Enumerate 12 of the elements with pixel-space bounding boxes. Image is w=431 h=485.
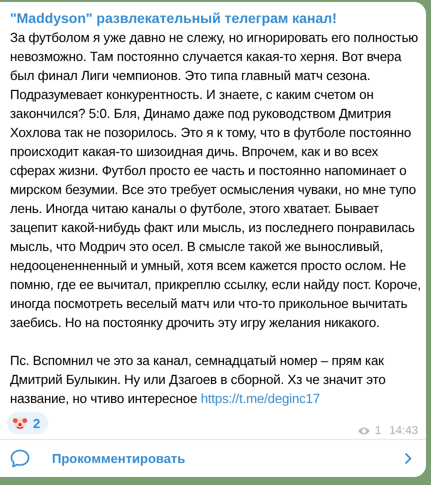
reaction-button[interactable]: 2 [7,412,48,434]
message-text: За футболом я уже давно не слежу, но игнорировать его полностью невозможно. Там постоянно случается какая-то херня. Вот вчера был финал Лиги чемпионов. Это типа главный матч сезона. Подразумевает конкурентность. И знаете, с каким счетом он закончился? 5:0. Бля, Динамо даже под руководством Дмитрия Хохлова так не позорилось. Это я к тому, что в футболе постоянно происходит какая-то шизоидная дичь. Впрочем, как и во всех сферах жизни. Футбол просто ее часть и постоянно напоминает о мирском безумии. Все это требует осмысления чуваки, но мне тупо лень. Иногда читаю каналы о футболе, этого хватает. Бывает зацепит какой-нибудь факт или мысль, из последнего понравилась мысль, что Модрич это осел. В смысле такой же выносливый, недооцененненный и умный, хотя всем кажется просто ослом. Не помню, где ее вычитал, прикреплю ссылку, если найду пост. Короче, иногда посмотреть веселый матч или что-то прикольное вычитать заебись. Но на постоянку дрочить эту игру желания никакого. [9,29,422,332]
eye-icon [356,426,371,436]
comment-button[interactable]: Прокомментировать [0,439,426,477]
clown-icon [12,415,28,431]
comment-icon [10,449,30,468]
message-time: 14:43 [389,425,418,437]
channel-title[interactable]: "Maddyson" развлекательный телеграм канал! [0,8,347,28]
message-text: Пс. Вспомнил че это за канал, семнадцатый номер – прям как Дмитрий Булыкин. Ну или Дзагоев в сборной. Хз че значит это название, но чтиво интересное https://t.me/deginc17 [9,352,387,408]
view-count: 1 [374,425,382,437]
chevron-right-icon [404,452,412,465]
link[interactable]: https://t.me/deginc17 [200,391,320,406]
